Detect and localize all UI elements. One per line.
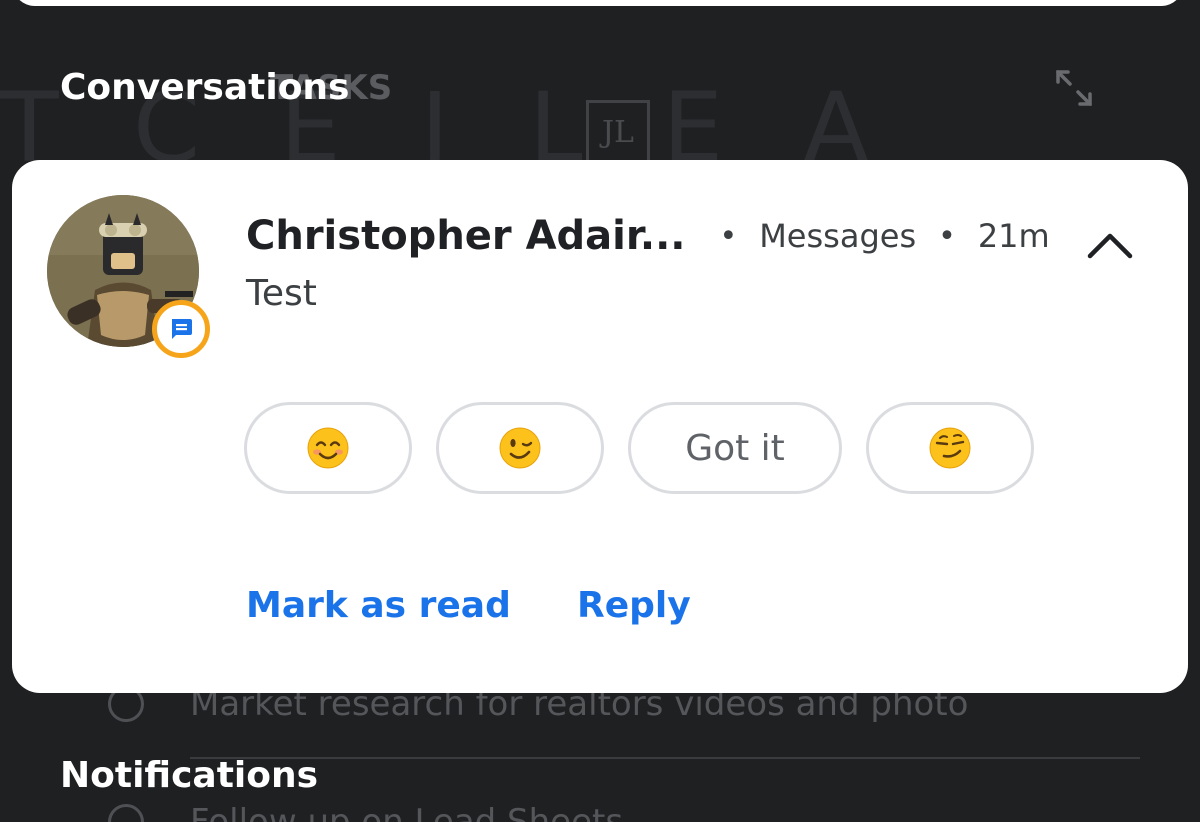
winking-face-emoji [499,427,541,469]
smirking-face-emoji [929,427,971,469]
messages-app-badge [152,300,210,358]
separator-dot: • [719,218,738,254]
task-checkbox-icon [108,804,144,822]
message-notification-card[interactable]: Christopher Adair... • Messages • 21m Te… [12,160,1188,693]
reply-button[interactable]: Reply [577,580,691,632]
app-name: Messages [759,217,917,255]
sender-name: Christopher Adair... [246,213,686,259]
smart-reply-chip[interactable]: Got it [628,402,842,494]
separator-dot: • [938,218,956,254]
smart-reply-chip[interactable] [436,402,604,494]
notification-header: Christopher Adair... • Messages • 21m [246,208,1050,264]
expand-icon [1056,70,1092,106]
smart-reply-chip[interactable] [244,402,412,494]
notification-shade: TCEJLEA TASKS JL Conversations Market re… [0,0,1200,822]
notifications-header: Notifications [60,755,319,796]
message-text: Test [246,273,317,314]
smart-reply-chip[interactable] [866,402,1034,494]
previous-card [12,0,1184,6]
timestamp: 21m [977,217,1050,255]
smiling-face-with-smiling-eyes-emoji [307,427,349,469]
divider [190,757,1140,759]
mark-as-read-button[interactable]: Mark as read [246,580,511,632]
wallpaper-logo: JL [586,100,650,166]
smart-reply-label: Got it [685,427,785,469]
messages-app-icon [172,319,192,339]
conversations-header: Conversations [60,67,350,108]
chevron-up-icon[interactable] [1082,222,1138,266]
